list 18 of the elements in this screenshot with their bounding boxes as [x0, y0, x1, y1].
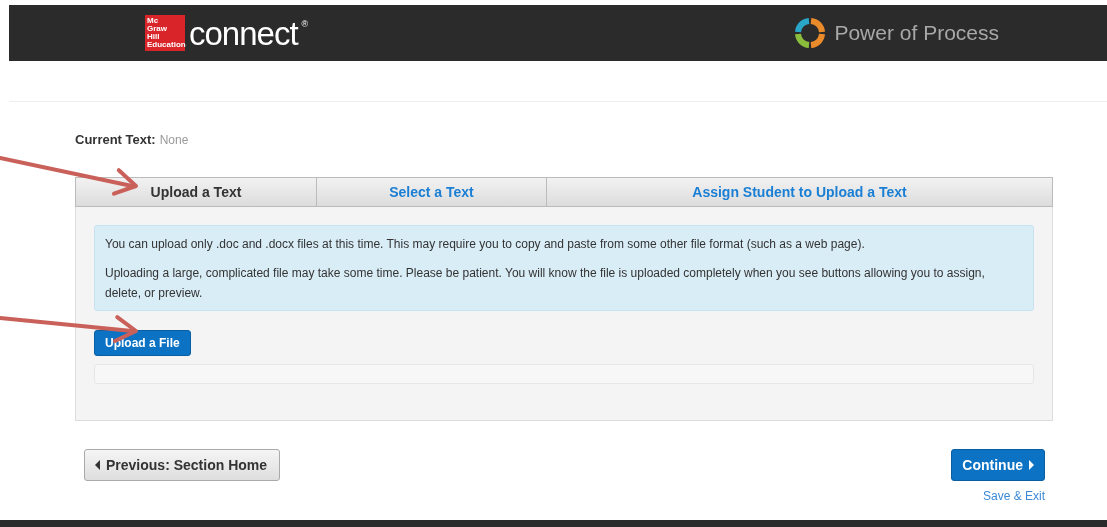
- caret-icon: [95, 460, 100, 470]
- tab[interactable]: Upload a Text: [75, 177, 317, 207]
- current-text-label: Current Text:: [75, 132, 156, 147]
- logo-badge: Mc Graw Hill Education: [145, 15, 185, 51]
- ring-logo-icon: [795, 18, 826, 48]
- info-text: Uploading a large, complicated file may take some time. Please be patient. You will know the file is uploaded completely when you see buttons allowing you to assign, delete, or preview.: [105, 265, 986, 302]
- logo-wordmark: connect: [189, 16, 298, 50]
- info-text: You can upload only .doc and .docx files at this time. This may require you to copy and paste from some other file format (such as a web page).: [105, 236, 866, 253]
- tab[interactable]: Assign Student to Upload a Text: [547, 177, 1053, 207]
- save-exit-link[interactable]: Save & Exit: [982, 489, 1045, 503]
- upload-button[interactable]: Upload a File: [94, 330, 191, 356]
- previous-button[interactable]: Previous: Section Home: [84, 449, 281, 481]
- current-text-value: None: [159, 133, 189, 147]
- registered-mark: ®: [301, 19, 309, 29]
- brand-name: Power of Process: [834, 21, 999, 45]
- caret-icon: [1029, 460, 1034, 470]
- tab[interactable]: Select a Text: [317, 177, 547, 207]
- continue-button[interactable]: Continue: [951, 449, 1045, 481]
